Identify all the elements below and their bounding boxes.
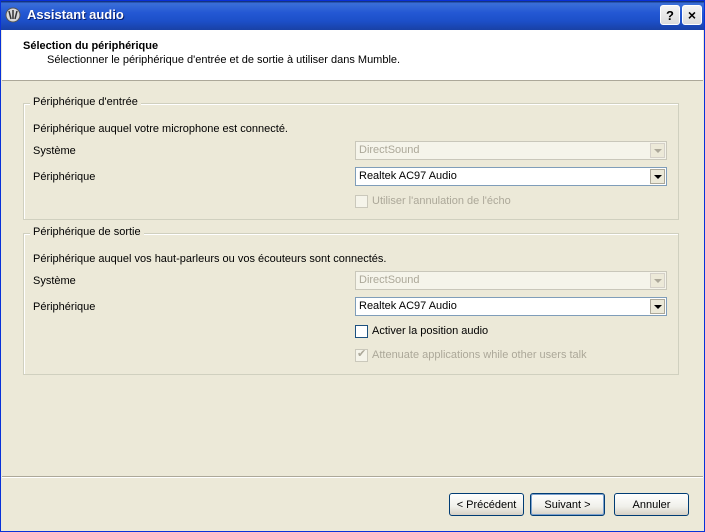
- attenuate-checkbox[interactable]: ✔: [355, 348, 368, 362]
- input-device-group: Périphérique d'entrée Périphérique auque…: [23, 96, 679, 220]
- input-group-legend: Périphérique d'entrée: [30, 96, 141, 108]
- input-description: Périphérique auquel votre microphone est…: [33, 123, 288, 135]
- footer-separator: [2, 476, 703, 477]
- output-device-group: Périphérique de sortie Périphérique auqu…: [23, 226, 679, 375]
- page-title: Sélection du périphérique: [23, 40, 159, 52]
- audio-wizard-window: Assistant audio ? × Sélection du périphé…: [0, 0, 705, 532]
- input-device-select[interactable]: Realtek AC97 Audio: [355, 167, 667, 186]
- close-icon: ×: [687, 7, 697, 23]
- output-group-legend: Périphérique de sortie: [30, 226, 144, 238]
- close-button[interactable]: ×: [682, 5, 702, 25]
- output-device-select[interactable]: Realtek AC97 Audio: [355, 297, 667, 316]
- chevron-down-icon[interactable]: [650, 169, 665, 184]
- input-system-label: Système: [33, 145, 76, 157]
- input-device-value: Realtek AC97 Audio: [359, 170, 457, 182]
- wizard-header: Sélection du périphérique Sélectionner l…: [2, 30, 703, 81]
- output-device-label: Périphérique: [33, 301, 96, 313]
- page-subtitle: Sélectionner le périphérique d'entrée et…: [47, 54, 401, 66]
- chevron-down-icon[interactable]: [650, 143, 665, 158]
- cancel-button[interactable]: Annuler: [614, 493, 689, 516]
- output-description: Périphérique auquel vos haut-parleurs ou…: [33, 253, 387, 265]
- positional-audio-label: Activer la position audio: [372, 325, 489, 337]
- next-button[interactable]: Suivant >: [530, 493, 605, 516]
- output-system-value: DirectSound: [359, 274, 420, 286]
- back-button[interactable]: < Précédent: [449, 493, 524, 516]
- attenuate-label: Attenuate applications while other users…: [372, 349, 587, 361]
- echo-cancel-checkbox[interactable]: [355, 195, 368, 208]
- mumble-logo-icon: [5, 7, 21, 23]
- input-device-label: Périphérique: [33, 171, 96, 183]
- echo-cancel-label: Utiliser l'annulation de l'écho: [372, 195, 511, 207]
- output-system-select[interactable]: DirectSound: [355, 271, 667, 290]
- chevron-down-icon[interactable]: [650, 299, 665, 314]
- help-button[interactable]: ?: [660, 5, 680, 25]
- input-system-select[interactable]: DirectSound: [355, 141, 667, 160]
- title-bar[interactable]: Assistant audio ? ×: [1, 1, 704, 30]
- help-icon: ?: [666, 7, 674, 23]
- input-system-value: DirectSound: [359, 144, 420, 156]
- check-icon: ✔: [357, 348, 367, 360]
- chevron-down-icon[interactable]: [650, 273, 665, 288]
- window-title: Assistant audio: [27, 7, 124, 22]
- output-device-value: Realtek AC97 Audio: [359, 300, 457, 312]
- positional-audio-checkbox[interactable]: [355, 325, 368, 338]
- output-system-label: Système: [33, 275, 76, 287]
